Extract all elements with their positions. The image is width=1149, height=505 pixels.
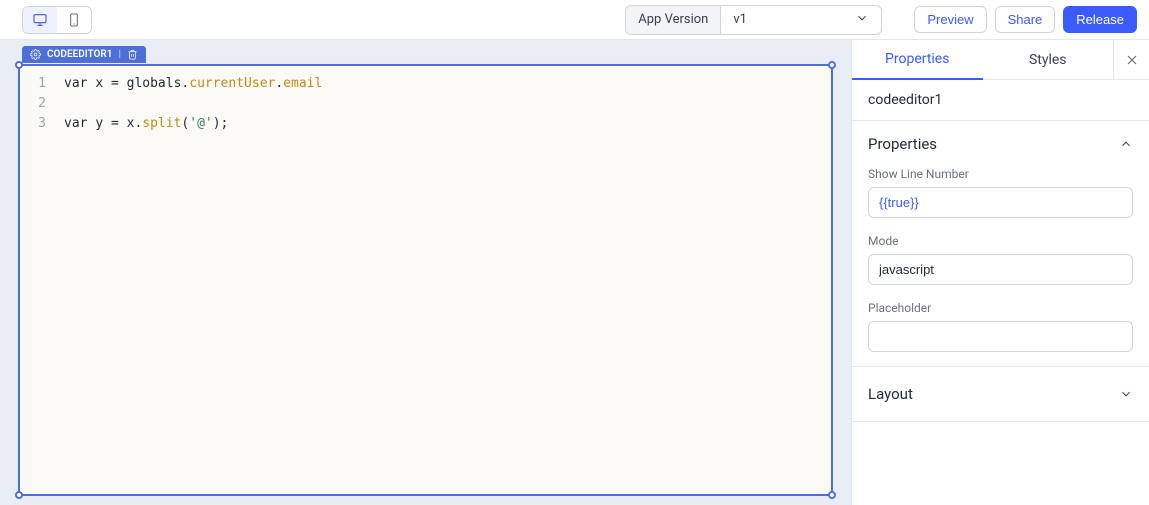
section-properties-head[interactable]: Properties xyxy=(868,135,1133,153)
line-number: 2 xyxy=(20,94,46,114)
line-number: 3 xyxy=(20,114,46,134)
app-version-group: App Version v1 xyxy=(625,5,882,35)
preview-button[interactable]: Preview xyxy=(914,6,986,33)
device-toggle-group xyxy=(22,6,92,34)
chevron-down-icon xyxy=(1119,387,1133,401)
field-show-line-number-input[interactable] xyxy=(868,187,1133,218)
section-properties-label: Properties xyxy=(868,135,937,153)
field-mode: Mode xyxy=(868,234,1133,285)
section-properties-body: Show Line Number Mode Placeholder xyxy=(868,167,1133,352)
tab-properties[interactable]: Properties xyxy=(852,41,983,80)
field-placeholder-label: Placeholder xyxy=(868,301,1133,315)
close-icon xyxy=(1124,52,1140,68)
field-mode-input[interactable] xyxy=(868,254,1133,285)
monitor-icon xyxy=(32,12,48,28)
app-version-label: App Version xyxy=(626,6,721,34)
code-line xyxy=(64,94,831,114)
code-editor[interactable]: 1 2 3 var x = globals.currentUser.email … xyxy=(18,64,833,496)
section-layout-label: Layout xyxy=(868,385,913,403)
topbar-left xyxy=(12,6,192,34)
code-gutter: 1 2 3 xyxy=(20,74,56,134)
field-mode-label: Mode xyxy=(868,234,1133,248)
panel-tabs: Properties Styles xyxy=(852,40,1149,80)
section-properties: Properties Show Line Number Mode Placeho… xyxy=(852,121,1149,367)
main: CODEEDITOR1 | 1 2 3 var x = globals.curr… xyxy=(0,40,1149,505)
component-tag-separator: | xyxy=(118,49,121,60)
panel-close-button[interactable] xyxy=(1113,40,1149,79)
component-tag-label: CODEEDITOR1 xyxy=(47,49,112,60)
inspector-panel: Properties Styles codeeditor1 Properties… xyxy=(851,40,1149,505)
app-version-select[interactable]: v1 xyxy=(721,6,881,34)
panel-component-name: codeeditor1 xyxy=(852,80,1149,121)
topbar-actions: Preview Share Release xyxy=(914,6,1137,33)
code-line: var y = x.split('@'); xyxy=(64,114,831,134)
topbar: App Version v1 Preview Share Release xyxy=(0,0,1149,40)
resize-handle-br[interactable] xyxy=(828,491,836,499)
section-layout: Layout xyxy=(852,367,1149,422)
device-desktop-button[interactable] xyxy=(23,7,57,33)
code-area[interactable]: 1 2 3 var x = globals.currentUser.email … xyxy=(20,66,831,142)
chevron-down-icon xyxy=(855,11,869,29)
field-placeholder: Placeholder xyxy=(868,301,1133,352)
resize-handle-tl[interactable] xyxy=(15,61,23,69)
field-show-line-number-label: Show Line Number xyxy=(868,167,1133,181)
code-line: var x = globals.currentUser.email xyxy=(64,74,831,94)
resize-handle-bl[interactable] xyxy=(15,491,23,499)
line-number: 1 xyxy=(20,74,46,94)
component-tag[interactable]: CODEEDITOR1 | xyxy=(22,46,146,63)
trash-icon[interactable] xyxy=(127,49,138,60)
canvas[interactable]: CODEEDITOR1 | 1 2 3 var x = globals.curr… xyxy=(0,40,851,505)
chevron-up-icon xyxy=(1119,137,1133,151)
tab-styles[interactable]: Styles xyxy=(983,40,1114,79)
release-button[interactable]: Release xyxy=(1063,6,1137,33)
resize-handle-tr[interactable] xyxy=(828,61,836,69)
field-placeholder-input[interactable] xyxy=(868,321,1133,352)
code-lines[interactable]: var x = globals.currentUser.email var y … xyxy=(56,74,831,134)
gear-icon xyxy=(30,49,41,60)
share-button[interactable]: Share xyxy=(995,6,1056,33)
app-version-value: v1 xyxy=(733,12,747,27)
mobile-icon xyxy=(66,12,82,28)
section-layout-head[interactable]: Layout xyxy=(868,385,1133,403)
field-show-line-number: Show Line Number xyxy=(868,167,1133,218)
device-mobile-button[interactable] xyxy=(57,7,91,33)
